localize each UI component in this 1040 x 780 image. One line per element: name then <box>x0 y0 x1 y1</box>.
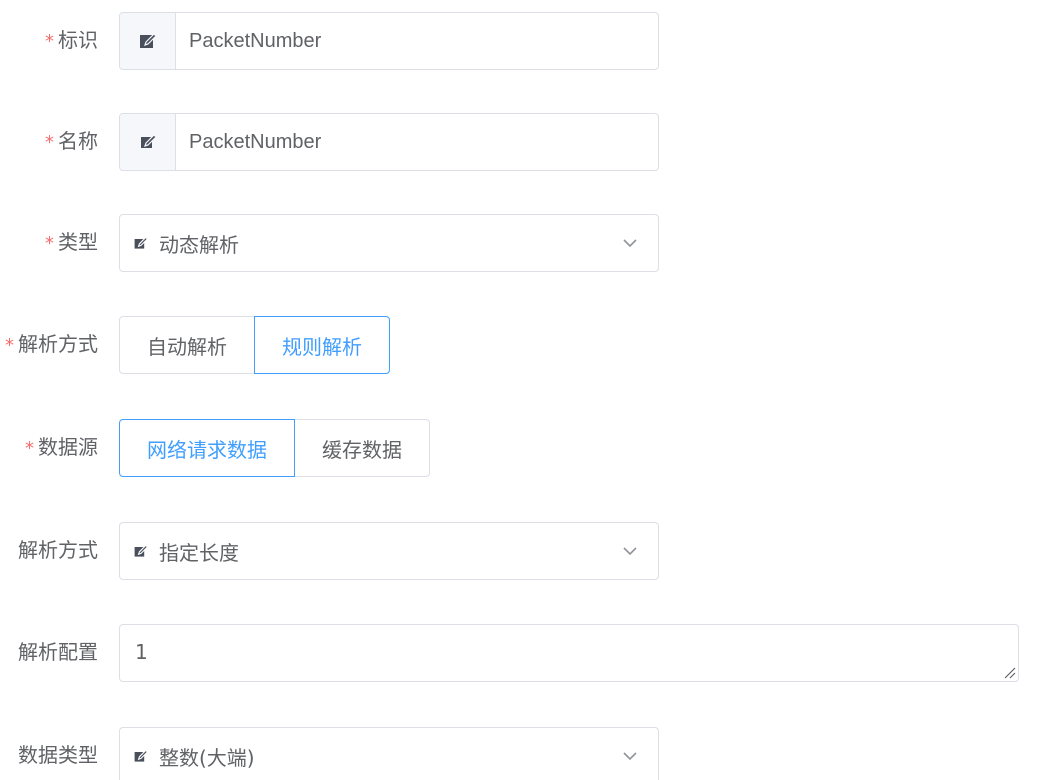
identifier-value[interactable]: PacketNumber <box>176 13 658 69</box>
required-mark: * <box>25 438 34 459</box>
parse-method-select[interactable]: 指定长度 <box>119 522 659 580</box>
edit-icon <box>120 13 176 69</box>
data-source-label: * 数据源 <box>25 435 98 459</box>
parse-mode-label: * 解析方式 <box>5 332 98 356</box>
data-source-option-network[interactable]: 网络请求数据 <box>119 419 295 477</box>
identifier-row: * 标识 PacketNumber <box>0 12 1040 70</box>
parse-method-selected: 指定长度 <box>159 540 239 565</box>
parse-config-textarea[interactable]: 1 <box>119 624 1019 682</box>
data-source-radio-group: 网络请求数据 缓存数据 <box>119 419 430 477</box>
name-label: * 名称 <box>45 129 98 153</box>
parse-mode-row: * 解析方式 自动解析 规则解析 <box>0 316 1040 374</box>
data-type-selected: 整数(大端) <box>159 745 255 770</box>
edit-icon <box>133 543 149 559</box>
data-source-row: * 数据源 网络请求数据 缓存数据 <box>0 419 1040 477</box>
required-mark: * <box>45 31 54 52</box>
identifier-input[interactable]: PacketNumber <box>119 12 659 70</box>
data-type-label: 数据类型 <box>18 743 98 767</box>
name-value[interactable]: PacketNumber <box>176 114 658 170</box>
name-row: * 名称 PacketNumber <box>0 113 1040 171</box>
required-mark: * <box>45 233 54 254</box>
resize-handle-icon[interactable] <box>1000 663 1016 679</box>
type-row: * 类型 动态解析 <box>0 214 1040 272</box>
parse-mode-option-rule[interactable]: 规则解析 <box>254 316 390 374</box>
type-selected: 动态解析 <box>159 232 239 257</box>
type-select[interactable]: 动态解析 <box>119 214 659 272</box>
chevron-down-icon[interactable] <box>620 541 640 561</box>
name-input[interactable]: PacketNumber <box>119 113 659 171</box>
parse-config-label: 解析配置 <box>18 640 98 664</box>
edit-icon <box>133 748 149 764</box>
data-type-row: 数据类型 整数(大端) <box>0 727 1040 780</box>
required-mark: * <box>45 132 54 153</box>
parse-mode-option-auto[interactable]: 自动解析 <box>119 316 255 374</box>
data-type-select[interactable]: 整数(大端) <box>119 727 659 780</box>
parse-method-row: 解析方式 指定长度 <box>0 522 1040 580</box>
parse-method-label: 解析方式 <box>18 538 98 562</box>
identifier-label: * 标识 <box>45 28 98 52</box>
chevron-down-icon[interactable] <box>620 233 640 253</box>
parse-mode-radio-group: 自动解析 规则解析 <box>119 316 390 374</box>
parse-config-row: 解析配置 1 <box>0 624 1040 682</box>
parse-config-value[interactable]: 1 <box>135 625 148 679</box>
required-mark: * <box>5 335 14 356</box>
chevron-down-icon[interactable] <box>620 746 640 766</box>
edit-icon <box>133 235 149 251</box>
edit-icon <box>120 114 176 170</box>
field-config-form: * 标识 PacketNumber * 名称 PacketNumber * 类型… <box>0 0 1040 780</box>
data-source-option-cache[interactable]: 缓存数据 <box>294 419 430 477</box>
type-label: * 类型 <box>45 230 98 254</box>
